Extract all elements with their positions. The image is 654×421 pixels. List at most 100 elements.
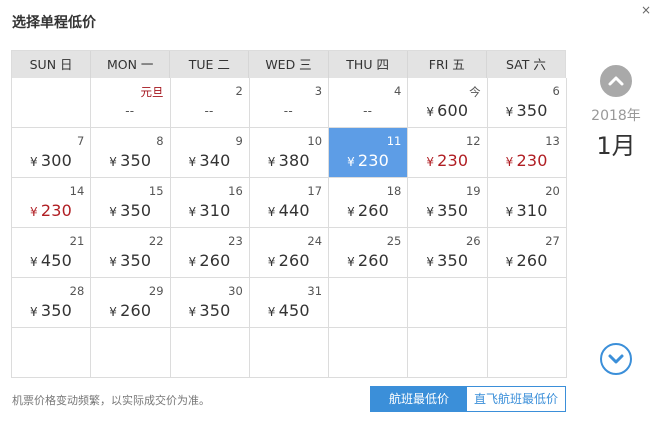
prev-month-button[interactable]	[600, 65, 632, 97]
day-price: ¥260	[347, 251, 389, 270]
day-number: 6	[552, 84, 560, 98]
price-value: 260	[120, 301, 152, 320]
currency-symbol: ¥	[347, 205, 355, 219]
price-value: 260	[278, 251, 310, 270]
calendar-day-cell[interactable]: 今 ¥600	[408, 78, 488, 128]
day-price: ¥310	[506, 201, 548, 220]
calendar-day-cell[interactable]: 18 ¥260	[329, 178, 409, 228]
price-value: 450	[278, 301, 310, 320]
day-number: 17	[307, 184, 323, 198]
day-number: 10	[307, 134, 323, 148]
weekday-header: SUN 日 MON 一 TUE 二 WED 三 THU 四 FRI 五 SAT …	[12, 51, 566, 78]
price-value: 450	[40, 251, 72, 270]
calendar-cell-empty	[329, 278, 409, 328]
day-number: 4	[394, 84, 402, 98]
currency-symbol: ¥	[30, 305, 38, 319]
day-number: 11	[386, 134, 402, 148]
currency-symbol: ¥	[267, 205, 276, 219]
currency-symbol: ¥	[188, 255, 197, 269]
weekday-tue: TUE 二	[170, 51, 250, 78]
price-value: 260	[357, 251, 390, 270]
currency-symbol: ¥	[188, 205, 197, 219]
calendar-cell-empty	[487, 328, 567, 378]
calendar-day-cell[interactable]: 13 ¥230	[487, 128, 567, 178]
calendar-cell-empty	[12, 328, 92, 378]
calendar-cell-empty	[91, 328, 171, 378]
calendar-day-cell[interactable]: 31 ¥450	[249, 278, 330, 328]
direct-lowest-price-tab[interactable]: 直飞航班最低价	[467, 387, 565, 411]
calendar-day-cell[interactable]: 17 ¥440	[249, 178, 330, 228]
price-value: 440	[278, 201, 310, 220]
calendar-cell-empty	[170, 328, 250, 378]
day-number: 3	[314, 84, 323, 98]
calendar-cell-empty	[408, 278, 488, 328]
calendar-day-cell[interactable]: 8 ¥350	[91, 128, 171, 178]
currency-symbol: ¥	[267, 305, 276, 319]
calendar-day-cell[interactable]: 27 ¥260	[487, 228, 567, 278]
day-number: 30	[228, 284, 243, 298]
price-value: 230	[437, 151, 469, 170]
weekday-mon: MON 一	[91, 51, 171, 78]
calendar-cell-empty	[12, 78, 92, 128]
calendar-day-cell[interactable]: 29 ¥260	[91, 278, 171, 328]
calendar-day-cell[interactable]: 16 ¥310	[170, 178, 250, 228]
calendar-day-cell[interactable]: 22 ¥350	[91, 228, 171, 278]
lowest-price-tab[interactable]: 航班最低价	[371, 387, 467, 411]
day-number: 今	[469, 85, 481, 99]
day-price: ¥310	[189, 201, 231, 220]
calendar-day-cell[interactable]: 12 ¥230	[408, 128, 488, 178]
calendar-day-cell[interactable]: 2 --	[170, 78, 250, 128]
calendar-day-cell[interactable]: 15 ¥350	[91, 178, 171, 228]
day-number: 28	[69, 284, 85, 298]
calendar-day-cell[interactable]: 14 ¥230	[12, 178, 92, 228]
calendar-day-cell[interactable]: 25 ¥260	[329, 228, 409, 278]
currency-symbol: ¥	[109, 305, 118, 319]
day-price: ¥260	[109, 301, 151, 320]
calendar-day-cell[interactable]: 元旦 --	[91, 78, 171, 128]
calendar-day-cell[interactable]: 20 ¥310	[487, 178, 567, 228]
price-type-toggle: 航班最低价 直飞航班最低价	[370, 386, 566, 412]
currency-symbol: ¥	[267, 155, 276, 169]
calendar-day-cell[interactable]: 19 ¥350	[408, 178, 488, 228]
currency-symbol: ¥	[109, 155, 118, 169]
day-number: 15	[148, 184, 164, 198]
calendar-day-cell[interactable]: 4 --	[329, 78, 409, 128]
day-price: ¥230	[426, 151, 468, 170]
calendar-day-cell[interactable]: 9 ¥340	[170, 128, 250, 178]
day-price: ¥260	[506, 251, 548, 270]
calendar-day-cell[interactable]: 24 ¥260	[249, 228, 330, 278]
day-number: 2	[235, 84, 243, 98]
day-price: --	[283, 104, 293, 118]
currency-symbol: ¥	[30, 255, 38, 269]
currency-symbol: ¥	[347, 155, 355, 169]
calendar-day-cell[interactable]: 23 ¥260	[170, 228, 250, 278]
calendar-day-cell[interactable]: 26 ¥350	[408, 228, 488, 278]
calendar-day-cell[interactable]: 11 ¥230	[329, 128, 409, 178]
day-number: 18	[386, 184, 402, 198]
close-icon[interactable]: ×	[640, 4, 652, 16]
calendar-day-cell[interactable]: 3 --	[249, 78, 330, 128]
weekday-sun: SUN 日	[12, 51, 92, 78]
calendar-day-cell[interactable]: 7 ¥300	[12, 128, 92, 178]
day-number: 7	[76, 134, 85, 148]
day-price: --	[204, 104, 214, 118]
day-price: ¥260	[189, 251, 231, 270]
day-price: ¥350	[109, 151, 151, 170]
calendar-day-cell[interactable]: 30 ¥350	[170, 278, 250, 328]
calendar-cell-empty	[487, 278, 567, 328]
currency-symbol: ¥	[426, 155, 435, 169]
next-month-button[interactable]	[600, 343, 632, 375]
calendar-day-cell[interactable]: 28 ¥350	[12, 278, 92, 328]
currency-symbol: ¥	[505, 105, 514, 119]
calendar-day-cell[interactable]: 6 ¥350	[487, 78, 567, 128]
day-number: 22	[148, 234, 164, 248]
price-value: 230	[40, 201, 72, 220]
day-number: 元旦	[140, 85, 164, 99]
price-value: 350	[120, 251, 152, 270]
calendar-day-cell[interactable]: 21 ¥450	[12, 228, 92, 278]
calendar-day-cell[interactable]: 10 ¥380	[249, 128, 330, 178]
price-value: 260	[516, 251, 548, 270]
day-price: --	[125, 104, 135, 118]
price-value: 350	[437, 251, 469, 270]
price-value: 340	[199, 151, 231, 170]
